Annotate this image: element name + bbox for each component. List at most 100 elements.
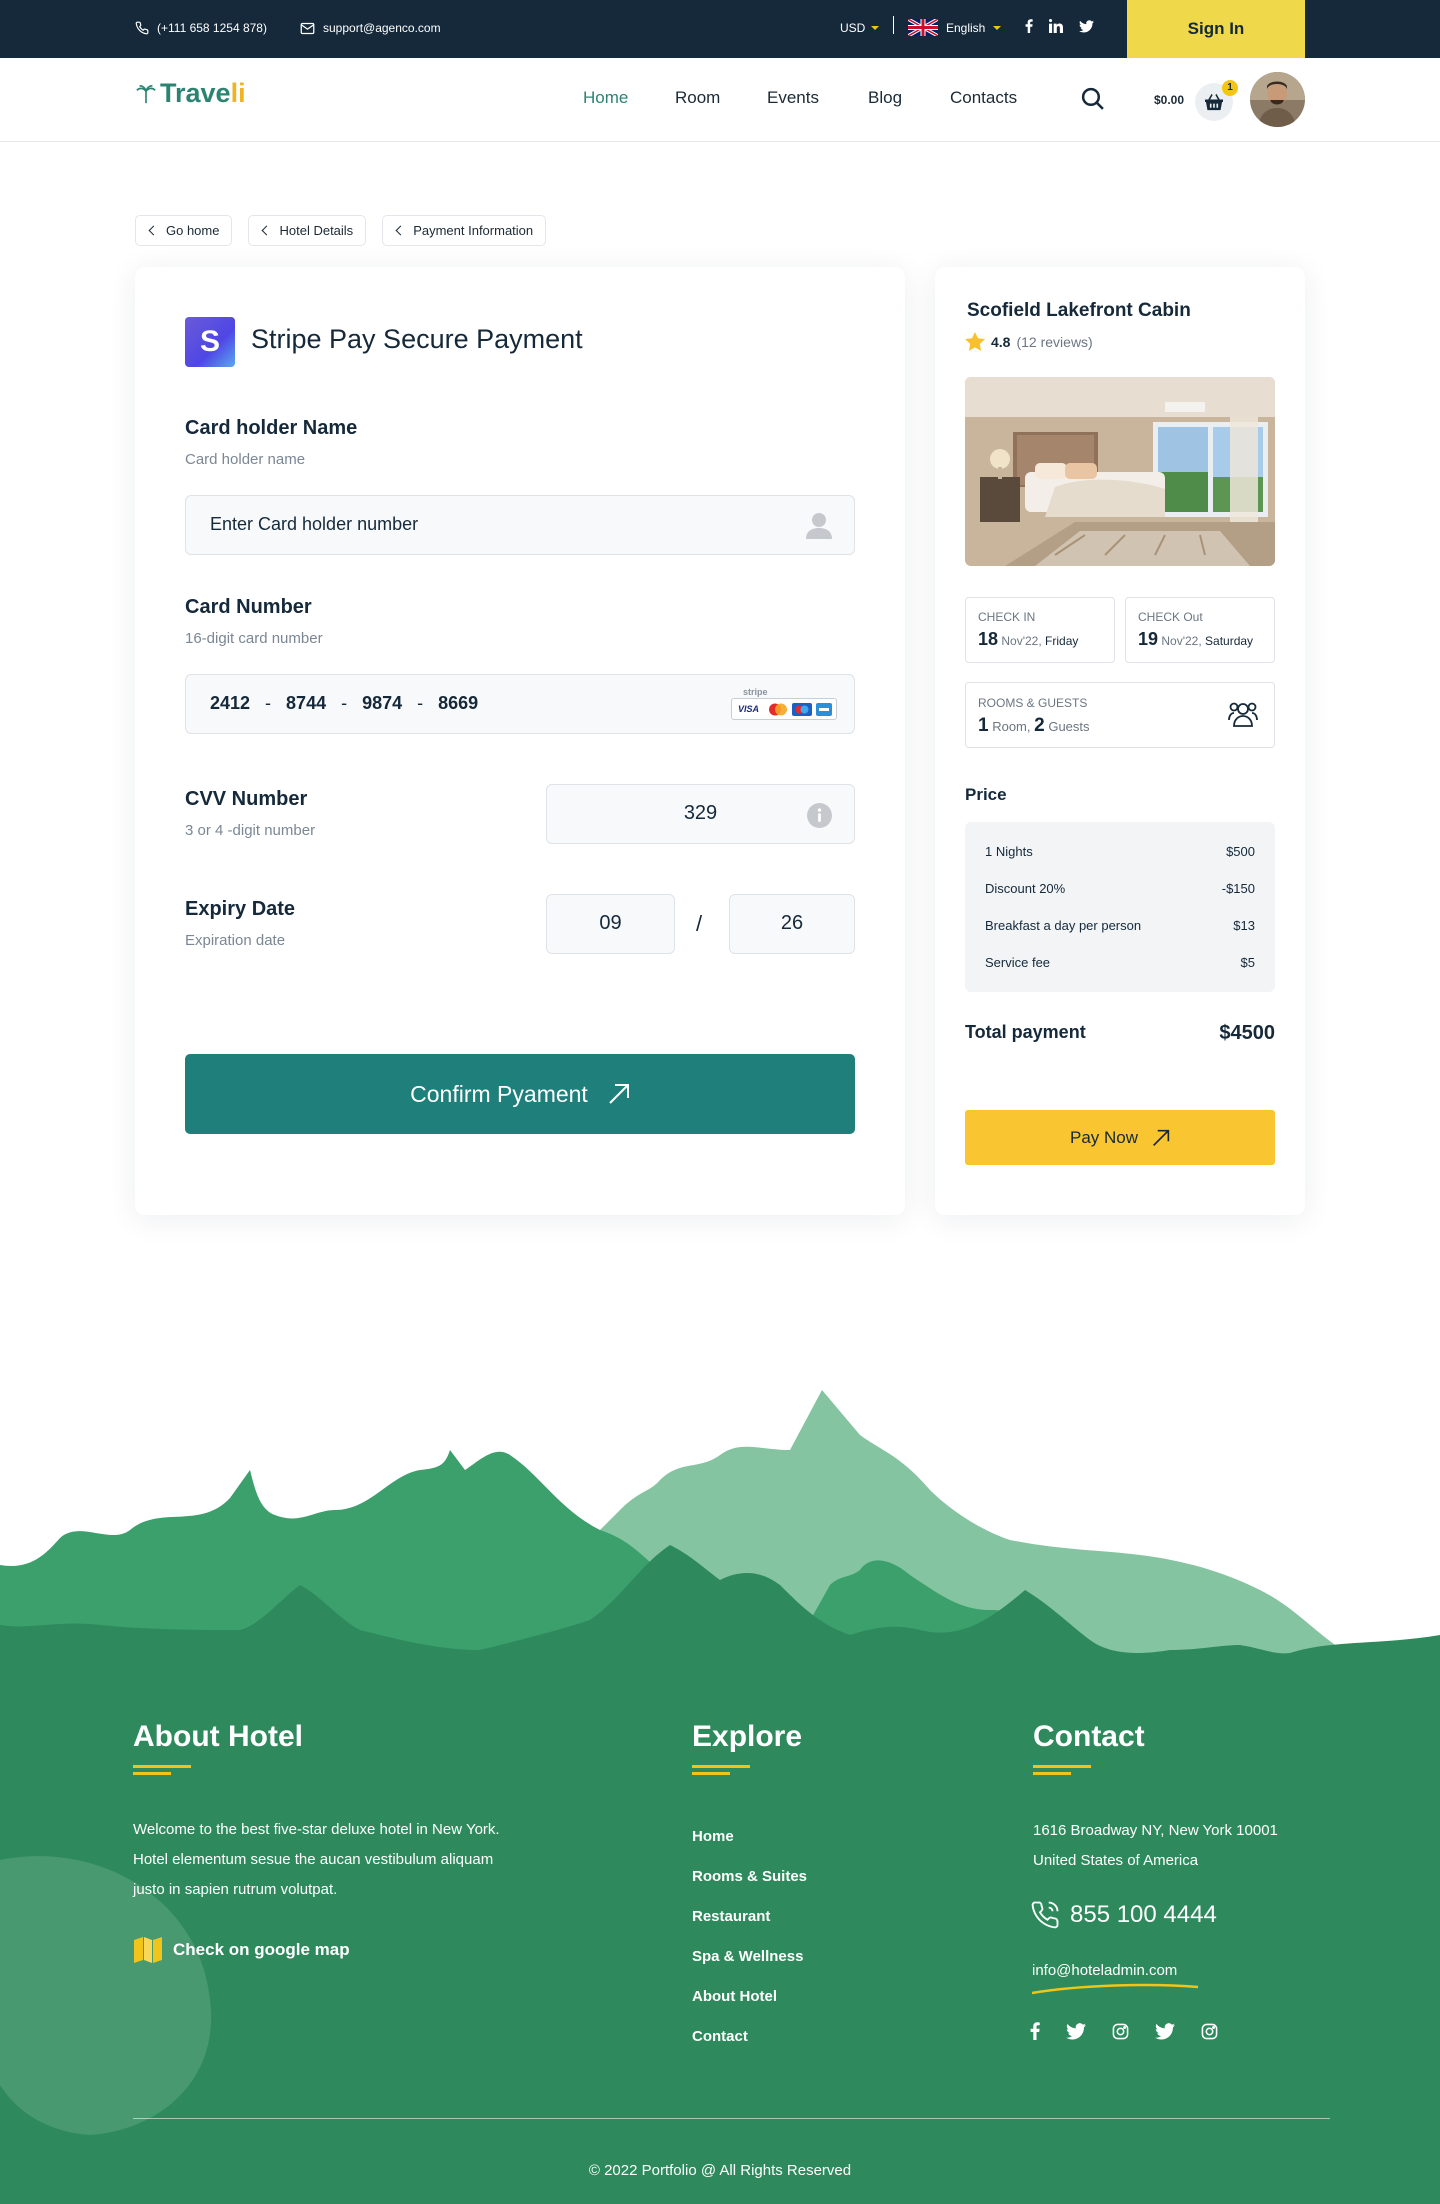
list-item: Contact (692, 2028, 807, 2068)
cart-badge: 1 (1222, 80, 1238, 96)
footer-link-restaurant[interactable]: Restaurant (692, 1908, 770, 1925)
check-out-box[interactable]: CHECK Out 19 Nov'22, Saturday (1125, 597, 1275, 663)
card-brands-frame: VISA (731, 698, 837, 720)
nav-events[interactable]: Events (767, 88, 868, 108)
rooms-word: Room, (992, 719, 1031, 734)
guests-word: Guests (1048, 719, 1090, 734)
breadcrumb-go-home[interactable]: Go home (135, 215, 233, 246)
price-row: Discount 20% -$150 (985, 881, 1255, 896)
footer-link-spa[interactable]: Spa & Wellness (692, 1948, 803, 1965)
top-phone[interactable]: (+111 658 1254 878) (135, 21, 267, 35)
info-icon[interactable] (807, 803, 832, 828)
card-number-value: 2412 - 8744 - 9874 - 8669 (210, 693, 478, 714)
card-number-input[interactable]: 2412 - 8744 - 9874 - 8669 stripe VISA (185, 674, 855, 734)
amex-icon (816, 703, 832, 716)
pay-now-button[interactable]: Pay Now (965, 1110, 1275, 1165)
instagram-icon[interactable] (1112, 2023, 1129, 2040)
about-text: Welcome to the best five-star deluxe hot… (133, 1821, 500, 1898)
search-icon[interactable] (1080, 86, 1105, 111)
language-select[interactable]: English (908, 19, 1002, 36)
chevron-left-icon (148, 225, 159, 236)
expiry-month-value: 09 (599, 912, 622, 934)
price-row: Service fee $5 (985, 955, 1255, 970)
top-email-text: support@agenco.com (323, 21, 441, 35)
contact-email[interactable]: info@hoteladmin.com (1032, 1962, 1177, 1979)
chevron-left-icon (395, 225, 406, 236)
check-in-day: 18 (978, 629, 999, 649)
arrow-up-right-icon (609, 1084, 629, 1104)
card-separator: - (265, 693, 272, 713)
price-row-label: 1 Nights (985, 844, 1033, 859)
list-item: Home (692, 1828, 807, 1868)
footer-link-contact[interactable]: Contact (692, 2028, 748, 2045)
list-item: About Hotel (692, 1988, 807, 2028)
user-avatar[interactable] (1250, 72, 1305, 127)
currency-label: USD (840, 21, 866, 35)
breadcrumb-label: Payment Information (413, 223, 534, 238)
map-icon (134, 1937, 162, 1963)
footer-link-rooms[interactable]: Rooms & Suites (692, 1868, 807, 1885)
linkedin-icon[interactable] (1049, 19, 1063, 33)
expiry-month-input[interactable]: 09 (546, 894, 675, 954)
facebook-icon[interactable] (1025, 19, 1033, 33)
total-payment: Total payment $4500 (965, 1022, 1275, 1045)
uk-flag-icon (908, 19, 938, 36)
card-number-label: Card Number (185, 596, 312, 618)
holder-name-input[interactable]: Enter Card holder number (185, 495, 855, 555)
rooms-guests-box[interactable]: ROOMS & GUESTS 1 Room, 2 Guests (965, 682, 1275, 748)
main-nav: Home Room Events Blog Contacts (583, 88, 1017, 108)
footer-link-about[interactable]: About Hotel (692, 1988, 777, 2005)
about-title: About Hotel (133, 1720, 303, 1753)
address-line-1: 1616 Broadway NY, New York 10001 (1033, 1822, 1278, 1839)
twitter-icon[interactable] (1155, 2022, 1175, 2040)
expiry-year-input[interactable]: 26 (729, 894, 855, 954)
logo[interactable]: Traveli (135, 78, 246, 109)
explore-title: Explore (692, 1720, 803, 1753)
expiry-year-value: 26 (780, 912, 804, 934)
list-item: Restaurant (692, 1908, 807, 1948)
twitter-icon[interactable] (1079, 19, 1094, 33)
currency-select[interactable]: USD (840, 21, 880, 35)
top-email[interactable]: support@agenco.com (300, 21, 441, 35)
breadcrumb-label: Go home (166, 223, 220, 238)
twitter-icon[interactable] (1066, 2022, 1086, 2040)
price-row: Breakfast a day per person $13 (985, 918, 1255, 933)
confirm-payment-button[interactable]: Confirm Pyament (185, 1054, 855, 1134)
signin-button[interactable]: Sign In (1127, 0, 1305, 58)
about-title-underline (133, 1765, 191, 1775)
cvv-input[interactable]: 329 (546, 784, 855, 844)
pay-now-label: Pay Now (1069, 1127, 1139, 1147)
guests-icon (1228, 702, 1258, 727)
check-out-weekday: Saturday (1205, 634, 1254, 648)
google-map-link[interactable]: Check on google map (133, 1936, 350, 1964)
nav-home[interactable]: Home (583, 88, 675, 108)
facebook-icon[interactable] (1030, 2022, 1040, 2040)
contact-title-underline (1033, 1765, 1091, 1775)
contact-phone[interactable]: 855 100 4444 (1030, 1900, 1217, 1930)
breadcrumb-payment-info[interactable]: Payment Information (382, 215, 547, 246)
rating-value: 4.8 (991, 333, 1011, 350)
instagram-icon[interactable] (1201, 2023, 1218, 2040)
check-in-box[interactable]: CHECK IN 18 Nov'22, Friday (965, 597, 1115, 663)
expiry-label: Expiry Date (185, 898, 296, 920)
arrow-up-right-icon (1153, 1129, 1170, 1146)
mail-icon (300, 22, 315, 34)
email-underline-swoosh (1031, 1983, 1199, 1995)
star-icon (965, 332, 985, 351)
holder-placeholder: Enter Card holder number (210, 514, 419, 534)
explore-links: Home Rooms & Suites Restaurant Spa & Wel… (692, 1828, 807, 2068)
breadcrumb: Go home Hotel Details Payment Informatio… (135, 215, 547, 246)
footer-link-home[interactable]: Home (692, 1828, 734, 1845)
nav-room[interactable]: Room (675, 88, 767, 108)
stripe-badge-text: stripe (743, 687, 768, 697)
hotel-rating: 4.8 (12 reviews) (965, 332, 1093, 351)
chevron-down-icon (993, 25, 1002, 30)
top-bar: (+111 658 1254 878) support@agenco.com U… (0, 0, 1440, 58)
chevron-down-icon (871, 26, 880, 30)
nav-contacts[interactable]: Contacts (950, 88, 1017, 108)
check-out-value: 19 Nov'22, Saturday (1138, 629, 1253, 650)
address-line-2: United States of America (1033, 1852, 1199, 1869)
nav-blog[interactable]: Blog (868, 88, 950, 108)
breadcrumb-hotel-details[interactable]: Hotel Details (248, 215, 367, 246)
language-label: English (946, 20, 986, 35)
